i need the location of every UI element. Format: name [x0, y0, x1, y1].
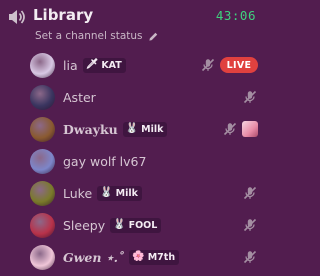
bunny-icon: 🐰 — [125, 123, 139, 134]
mic-muted-icon — [222, 121, 238, 137]
voice-member-row[interactable]: Gwen ⋆.˚ 🌸 M7th — [30, 243, 258, 271]
bunny-icon: 🐰 — [100, 187, 113, 198]
flower-icon: 🌸 — [132, 251, 145, 262]
mic-muted-icon — [242, 249, 258, 265]
member-status-icons — [222, 115, 258, 143]
server-tag-label: Milk — [115, 187, 138, 199]
voice-member-row[interactable]: Luke 🐰 Milk — [30, 179, 258, 207]
avatar[interactable] — [30, 212, 55, 238]
mic-muted-icon — [200, 57, 216, 73]
mic-muted-icon — [242, 89, 258, 105]
member-status-icons — [242, 83, 258, 111]
speaker-icon[interactable] — [6, 7, 26, 27]
voice-member-row[interactable]: Aster — [30, 83, 258, 111]
member-status-icons: LIVE — [200, 51, 258, 79]
server-tag-label: M7th — [147, 251, 176, 263]
member-status-icons — [242, 211, 258, 239]
sword-icon: 🗡 — [85, 59, 99, 70]
member-name[interactable]: gay wolf lv67 — [63, 154, 146, 169]
voice-channel-header: Library 43:06 Set a channel status — [0, 0, 264, 46]
avatar[interactable] — [30, 52, 55, 78]
member-status-icons — [242, 243, 258, 271]
member-name[interactable]: Luke — [63, 186, 92, 201]
avatar[interactable] — [30, 116, 55, 142]
avatar[interactable] — [30, 244, 55, 270]
member-name[interactable]: lia — [63, 58, 78, 73]
server-tag-label: KAT — [101, 59, 122, 71]
bunny-icon: 🐰 — [113, 219, 126, 230]
member-name[interactable]: Dwayku — [63, 122, 118, 137]
server-tag-badge[interactable]: 🐰 Milk — [122, 121, 168, 137]
mic-muted-icon — [242, 217, 258, 233]
channel-status-button[interactable]: Set a channel status — [35, 28, 159, 44]
server-tag-label: FOOL — [128, 219, 158, 231]
channel-status-placeholder: Set a channel status — [35, 30, 143, 42]
server-tag-badge[interactable]: 🗡 KAT — [82, 57, 126, 73]
live-badge[interactable]: LIVE — [220, 57, 258, 73]
member-name[interactable]: Aster — [63, 90, 96, 105]
member-status-icons — [242, 179, 258, 207]
server-tag-badge[interactable]: 🐰 FOOL — [110, 217, 162, 233]
voice-member-row[interactable]: Sleepy 🐰 FOOL — [30, 211, 258, 239]
pencil-icon — [148, 32, 157, 41]
call-timer: 43:06 — [215, 8, 256, 23]
server-tag-badge[interactable]: 🐰 Milk — [97, 185, 142, 201]
member-name[interactable]: Sleepy — [63, 218, 105, 233]
voice-member-row[interactable]: gay wolf lv67 — [30, 147, 258, 175]
voice-member-row[interactable]: Dwayku 🐰 Milk — [30, 115, 258, 143]
channel-title[interactable]: Library — [33, 6, 93, 24]
mic-muted-icon — [242, 185, 258, 201]
voice-member-row[interactable]: lia 🗡 KAT LIVE — [30, 51, 258, 79]
server-tag-badge[interactable]: 🌸 M7th — [129, 249, 180, 265]
avatar[interactable] — [30, 180, 55, 206]
activity-thumbnail[interactable] — [242, 121, 258, 137]
server-tag-label: Milk — [141, 123, 164, 135]
member-name[interactable]: Gwen ⋆.˚ — [63, 250, 124, 265]
avatar[interactable] — [30, 84, 55, 110]
avatar[interactable] — [30, 148, 55, 174]
